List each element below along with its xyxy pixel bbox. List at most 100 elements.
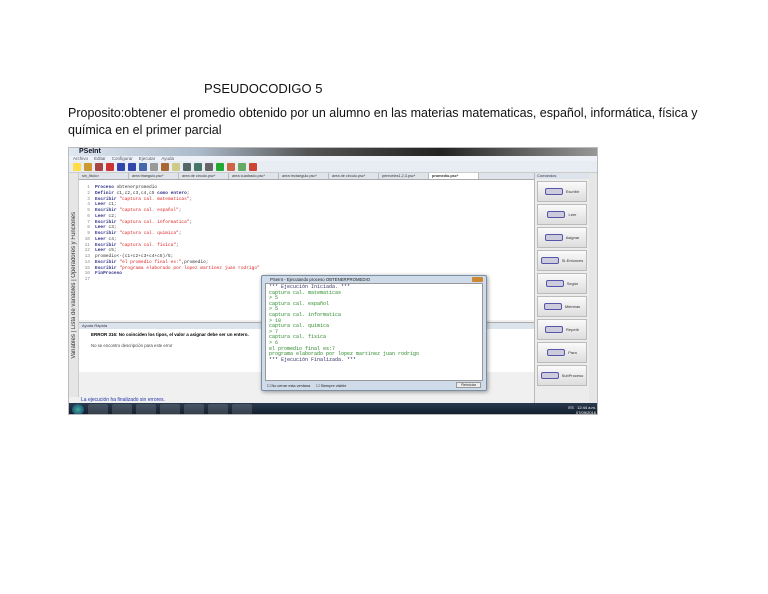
toolbar-button-icon[interactable] bbox=[117, 163, 125, 171]
document-icon[interactable] bbox=[184, 404, 204, 414]
tab-file[interactable]: promedio.psc* bbox=[429, 173, 479, 179]
restart-button[interactable]: Reiniciar bbox=[456, 382, 481, 388]
toolbar-button-icon[interactable] bbox=[216, 163, 224, 171]
toolbar-button-icon[interactable] bbox=[249, 163, 257, 171]
command-label: Si-Entonces bbox=[561, 258, 584, 263]
tab-file[interactable]: pereceles1,2,3.psc* bbox=[379, 173, 429, 179]
command-icon bbox=[545, 326, 564, 333]
command-label: Escribir bbox=[565, 189, 580, 194]
code-token: ; bbox=[178, 208, 182, 213]
command-label: Mientras bbox=[564, 304, 581, 309]
output-line: *** Ejecución Finalizada. *** bbox=[269, 356, 357, 363]
close-icon[interactable] bbox=[472, 277, 483, 282]
command-label: Leer bbox=[568, 212, 577, 217]
toolbar-button-icon[interactable] bbox=[73, 163, 81, 171]
command-icon bbox=[545, 280, 564, 287]
toolbar-button-icon[interactable] bbox=[205, 163, 213, 171]
code-token: "captura cal. español" bbox=[119, 208, 179, 213]
toolbar-button-icon[interactable] bbox=[227, 163, 235, 171]
command-button[interactable]: Para bbox=[537, 342, 587, 363]
code-token: "el promedio final es:" bbox=[119, 259, 182, 265]
command-button[interactable]: SubProceso bbox=[537, 365, 587, 386]
command-button[interactable]: Escribir bbox=[537, 181, 587, 202]
code-token: Leer bbox=[95, 236, 109, 242]
start-button-icon[interactable] bbox=[72, 404, 84, 414]
code-token: c1; bbox=[108, 202, 117, 208]
document-title: PSEUDOCODIGO 5 bbox=[204, 81, 323, 96]
skype-icon[interactable] bbox=[160, 404, 180, 414]
windows-taskbar: ES 12:44 a.m. 07/09/2016 bbox=[69, 403, 597, 415]
commands-panel: Comandos Escribir Leer Asignar Si-Entonces S… bbox=[534, 173, 589, 403]
code-token: Leer bbox=[95, 248, 109, 254]
command-button[interactable]: Asignar bbox=[537, 227, 587, 248]
document-purpose: Proposito:obtener el promedio obtenido p… bbox=[68, 106, 698, 137]
tab-file[interactable]: area triangulo.psc* bbox=[129, 173, 179, 179]
tab-file[interactable]: area de circulo.psc* bbox=[179, 173, 229, 179]
toolbar-button-icon[interactable] bbox=[161, 163, 169, 171]
window-title: PSeInt bbox=[69, 148, 597, 156]
toolbar-button-icon[interactable] bbox=[238, 163, 246, 171]
command-icon bbox=[540, 372, 559, 379]
code-token: Escribir bbox=[95, 208, 120, 213]
window-taskbar-icon[interactable] bbox=[232, 404, 252, 414]
keep-open-checkbox[interactable]: ☐ No cerrar esta ventana bbox=[267, 383, 310, 388]
code-token: c2; bbox=[108, 213, 117, 219]
code-token: Escribir bbox=[95, 219, 120, 225]
command-label: SubProceso bbox=[561, 373, 584, 378]
code-token: c1,c2,c3,c4,c5 bbox=[116, 190, 158, 196]
code-token: c3; bbox=[108, 225, 117, 231]
toolbar-button-icon[interactable] bbox=[139, 163, 147, 171]
left-side-panel-tabs[interactable]: Variables | Lista de variables | Operado… bbox=[70, 212, 78, 359]
toolbar-button-icon[interactable] bbox=[84, 163, 92, 171]
code-token: Proceso bbox=[95, 185, 117, 190]
execution-output: *** Ejecución Iniciada. *** captura cal. … bbox=[265, 283, 483, 381]
toolbar-button-icon[interactable] bbox=[106, 163, 114, 171]
tab-file[interactable]: sin_titulo> bbox=[79, 173, 129, 179]
code-token: obtenerpromedio bbox=[116, 185, 158, 190]
toolbar-button-icon[interactable] bbox=[183, 163, 191, 171]
command-icon bbox=[544, 234, 563, 241]
code-token: Escribir bbox=[95, 196, 120, 202]
toolbar-button-icon[interactable] bbox=[150, 163, 158, 171]
command-button[interactable]: Repetir bbox=[537, 319, 587, 340]
tab-file[interactable]: area rectangulo.psc* bbox=[279, 173, 329, 179]
command-label: Asignar bbox=[565, 235, 580, 240]
pseint-screenshot: PSeInt Archivo Editar Configurar Ejecutar Ay… bbox=[68, 147, 598, 415]
toolbar-button-icon[interactable] bbox=[172, 163, 180, 171]
internet-explorer-icon[interactable] bbox=[136, 404, 156, 414]
always-visible-checkbox[interactable]: ☐ Siempre visible bbox=[316, 383, 346, 388]
code-token: "captura cal. matematicas" bbox=[119, 196, 190, 202]
tab-file[interactable]: area cuadrado.psc* bbox=[229, 173, 279, 179]
media-player-icon[interactable] bbox=[88, 404, 108, 414]
code-token: ; bbox=[186, 190, 190, 196]
toolbar-button-icon[interactable] bbox=[95, 163, 103, 171]
code-token: "captura cal. fisica" bbox=[119, 242, 177, 248]
code-token: Escribir bbox=[95, 231, 120, 236]
file-tabs: sin_titulo> area triangulo.psc* area de ci… bbox=[79, 173, 534, 180]
left-side-panel: Variables | Lista de variables | Operado… bbox=[69, 173, 79, 397]
command-button[interactable]: Leer bbox=[537, 204, 587, 225]
toolbar bbox=[69, 161, 597, 173]
command-button[interactable]: Según bbox=[537, 273, 587, 294]
code-token: promedio<-(c1+c2+c3+c4+c5)/5; bbox=[95, 254, 174, 259]
toolbar-button-icon[interactable] bbox=[128, 163, 136, 171]
language-indicator: ES bbox=[568, 404, 574, 410]
code-token: ; bbox=[176, 242, 179, 248]
toolbar-button-icon[interactable] bbox=[194, 163, 202, 171]
command-button[interactable]: Si-Entonces bbox=[537, 250, 587, 271]
command-icon bbox=[547, 349, 566, 356]
pseint-taskbar-icon[interactable] bbox=[208, 404, 228, 414]
command-icon bbox=[544, 188, 563, 195]
system-clock: ES 12:44 a.m. 07/09/2016 bbox=[568, 405, 596, 415]
commands-title: Comandos bbox=[535, 173, 589, 179]
code-token: Escribir bbox=[95, 259, 120, 265]
code-token: Definir bbox=[95, 190, 117, 196]
command-label: Según bbox=[566, 281, 579, 286]
command-button[interactable]: Mientras bbox=[537, 296, 587, 317]
explorer-icon[interactable] bbox=[112, 404, 132, 414]
code-text: FinProceso bbox=[95, 271, 122, 277]
code-token: c5; bbox=[108, 248, 117, 254]
always-visible-label: Siempre visible bbox=[320, 383, 347, 388]
tab-file[interactable]: area de circulo.psc* bbox=[329, 173, 379, 179]
code-token: Escribir bbox=[95, 242, 120, 248]
